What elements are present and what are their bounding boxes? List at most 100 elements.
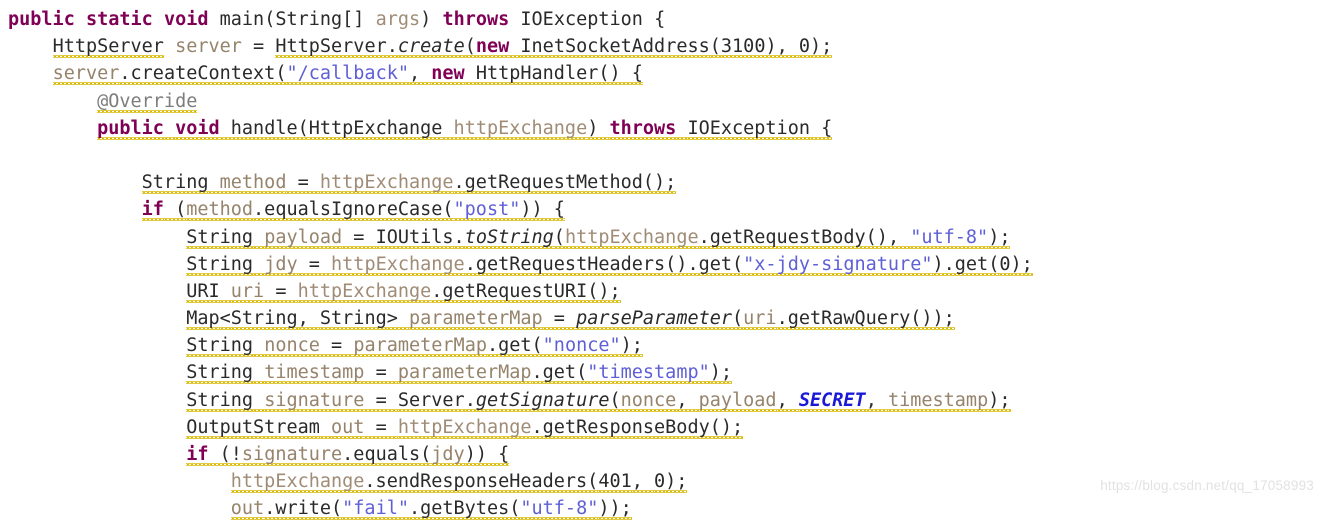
code-token: , (297, 308, 320, 330)
code-token: .getRequestMethod(); (453, 172, 677, 194)
code-token: ); (709, 362, 733, 384)
code-token: public (97, 117, 164, 139)
code-token: = (286, 172, 320, 194)
code-token: new (431, 63, 465, 85)
code-token: ); (620, 335, 643, 357)
code-token: IOException (687, 117, 810, 139)
code-token: { (809, 117, 833, 139)
code-line: String signature = Server.getSignature(n… (8, 387, 1033, 414)
code-token: out (230, 498, 265, 520)
code-token: .getRawQuery()); (776, 308, 955, 330)
code-token (253, 226, 265, 250)
code-token: "timestamp" (587, 362, 710, 384)
code-token: httpExchange (230, 471, 365, 493)
code-token: ( (709, 36, 721, 58)
code-token (219, 280, 231, 304)
code-line: server.createContext("/callback", new Ht… (8, 60, 1033, 87)
code-token: String (141, 172, 209, 194)
code-token: payload (264, 226, 343, 248)
code-token: nonce (264, 335, 320, 357)
code-token: = (364, 416, 398, 438)
code-token: if (186, 444, 209, 465)
code-token: String (186, 362, 254, 384)
code-token: ) (587, 117, 610, 139)
code-token: if (141, 199, 164, 221)
code-token: (! (208, 444, 242, 465)
code-token: main (219, 9, 265, 30)
code-token: = (364, 389, 398, 411)
code-token: { (642, 9, 666, 30)
code-token: Map (186, 308, 220, 330)
code-line: Map<String, String> parameterMap = parse… (8, 305, 1033, 332)
code-token: .getRequestURI(); (431, 280, 621, 302)
code-token: < (219, 308, 231, 330)
code-token: InetSocketAddress (520, 36, 710, 58)
code-token: = (342, 226, 376, 248)
code-token: .get( (531, 362, 588, 384)
code-token: String (186, 226, 254, 248)
code-token: ); (810, 36, 833, 58)
code-token (253, 335, 265, 358)
code-token: Server (397, 389, 465, 411)
code-token: public (8, 9, 75, 30)
code-token: ( (732, 308, 744, 330)
code-token: void (163, 9, 209, 30)
code-token: 0 (798, 36, 811, 58)
code-token: String (186, 335, 254, 357)
code-token: "nonce" (542, 335, 621, 357)
code-token: 0 (999, 253, 1011, 275)
code-token: .equals( (342, 444, 432, 465)
code-token (253, 253, 265, 277)
source-code-block[interactable]: public static void main(String[] args) t… (8, 6, 1033, 523)
code-token: HttpServer (275, 36, 387, 58)
code-token: IOException (520, 9, 643, 30)
code-token: URI (186, 280, 220, 302)
code-token: parseParameter (576, 308, 733, 330)
code-token: ( (553, 226, 565, 248)
code-token: String (319, 308, 387, 330)
code-token: "x-jdy-signature" (743, 253, 933, 275)
code-token: parameterMap (397, 362, 532, 384)
code-token: out (331, 416, 365, 438)
code-token: httpExchange (397, 416, 532, 438)
code-line: out.write("fail".getBytes("utf-8")); (8, 495, 1033, 522)
code-token: signature (241, 444, 343, 465)
code-token: ).get( (932, 253, 1000, 275)
code-token: .get( (486, 335, 543, 357)
code-token: "/callback" (286, 63, 409, 85)
code-token: )); (598, 498, 632, 520)
code-token: throws (442, 9, 510, 30)
code-token: .getBytes( (408, 498, 521, 520)
code-token: signature (264, 389, 365, 411)
code-token: () { (598, 63, 643, 85)
code-token (253, 389, 265, 413)
code-token (319, 416, 332, 440)
code-token: , (631, 471, 655, 493)
code-token: IOUtils (375, 226, 454, 248)
code-token: throws (609, 117, 677, 139)
code-editor-viewport[interactable]: public static void main(String[] args) t… (0, 0, 1326, 520)
code-line: String timestamp = parameterMap.get("tim… (8, 359, 1033, 386)
code-token: void (175, 117, 220, 139)
code-token (464, 63, 476, 86)
code-token: = (364, 362, 398, 384)
code-token: , (865, 389, 888, 411)
code-token (163, 117, 176, 141)
code-token: parameterMap (353, 335, 487, 357)
code-token: .equalsIgnoreCase( (253, 199, 454, 221)
code-token: static (85, 9, 153, 30)
code-token: ); (988, 226, 1011, 248)
